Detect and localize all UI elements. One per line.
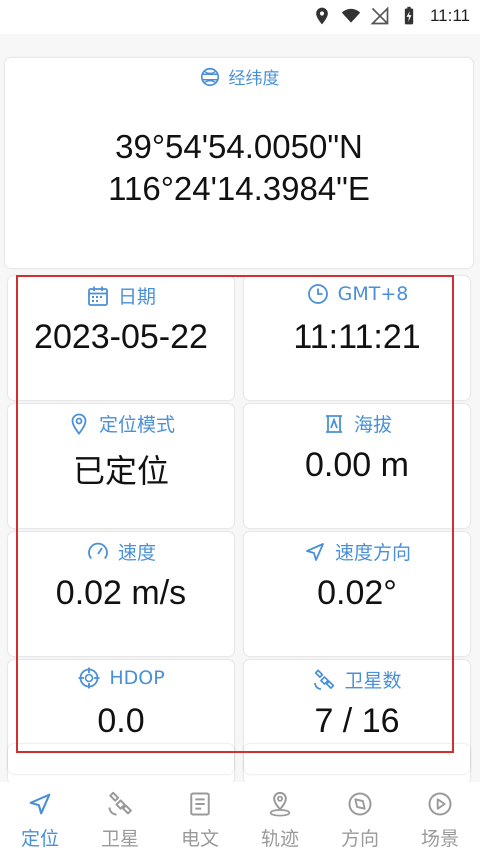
altitude-value: 0.00 m bbox=[305, 446, 409, 484]
speed-label: 速度 bbox=[117, 542, 156, 564]
nav-item-positioning[interactable]: 定位 bbox=[0, 782, 80, 852]
nav-label-messages: 电文 bbox=[180, 828, 219, 850]
satellites-label: 卫星数 bbox=[344, 670, 402, 692]
clock-icon bbox=[307, 284, 328, 304]
satellites-header: 卫星数 bbox=[244, 666, 470, 693]
coordinates-title: 经纬度 bbox=[228, 69, 280, 89]
positioning-mode-label: 定位模式 bbox=[98, 414, 175, 436]
nav-item-scenes[interactable]: 场景 bbox=[400, 782, 480, 852]
heading-header: 速度方向 bbox=[244, 538, 470, 565]
compass-icon bbox=[348, 792, 372, 816]
speed-header: 速度 bbox=[8, 538, 234, 565]
globe-icon bbox=[200, 67, 219, 86]
speed-card: 速度 0.02 m/s bbox=[8, 532, 234, 656]
nav-label-track: 轨迹 bbox=[260, 828, 299, 850]
date-header: 日期 bbox=[8, 282, 234, 309]
play-icon bbox=[428, 792, 452, 816]
no-signal-icon bbox=[370, 6, 389, 25]
date-card: 日期 2023-05-22 bbox=[8, 276, 234, 400]
satellite-icon bbox=[314, 669, 335, 690]
document-icon bbox=[190, 792, 210, 816]
coordinates-header: 经纬度 bbox=[5, 64, 473, 89]
longitude-value: 116°24'14.3984"E bbox=[108, 170, 370, 207]
satellites-value: 7 / 16 bbox=[314, 702, 400, 740]
status-time: 11:11 bbox=[429, 6, 470, 25]
date-value: 2023-05-22 bbox=[34, 318, 208, 356]
time-label: GMT+8 bbox=[337, 283, 409, 305]
time-value: 11:11:21 bbox=[293, 318, 421, 356]
positioning-mode-value: 已定位 bbox=[72, 452, 169, 490]
bottom-navigation: 定位 卫星 电文 轨迹 方向 场景 bbox=[0, 782, 480, 852]
date-label: 日期 bbox=[117, 286, 156, 308]
status-bar: 11:11 bbox=[0, 0, 480, 34]
speed-value: 0.02 m/s bbox=[55, 574, 187, 612]
latitude-value: 39°54'54.0050"N bbox=[115, 128, 363, 165]
navigation-arrow-icon bbox=[29, 793, 51, 815]
heading-label: 速度方向 bbox=[334, 542, 411, 564]
nav-label-scenes: 场景 bbox=[420, 828, 459, 850]
heading-card: 速度方向 0.02° bbox=[244, 532, 470, 656]
battery-charging-icon bbox=[404, 6, 414, 25]
calendar-icon bbox=[88, 286, 108, 306]
crosshair-icon bbox=[78, 667, 100, 689]
wifi-icon bbox=[341, 8, 361, 23]
time-card: GMT+8 11:11:21 bbox=[244, 276, 470, 400]
altitude-label: 海拔 bbox=[353, 414, 392, 436]
nav-label-direction: 方向 bbox=[340, 828, 379, 850]
coordinates-values: 39°54'54.0050"N 116°24'14.3984"E bbox=[5, 126, 473, 210]
nav-item-messages[interactable]: 电文 bbox=[160, 782, 240, 852]
heading-value: 0.02° bbox=[317, 574, 397, 612]
next-card-right bbox=[244, 744, 470, 774]
next-card-left bbox=[8, 744, 234, 774]
speedometer-icon bbox=[88, 542, 108, 559]
status-icons: 11:11 bbox=[312, 6, 470, 26]
positioning-mode-header: 定位模式 bbox=[8, 410, 234, 437]
hdop-value: 0.0 bbox=[97, 702, 145, 740]
location-pin-icon bbox=[71, 413, 87, 435]
nav-item-direction[interactable]: 方向 bbox=[320, 782, 400, 852]
nav-item-track[interactable]: 轨迹 bbox=[240, 782, 320, 852]
navigation-arrow-icon bbox=[306, 542, 324, 561]
coordinates-card: 经纬度 39°54'54.0050"N 116°24'14.3984"E bbox=[5, 58, 473, 268]
time-header: GMT+8 bbox=[244, 282, 470, 306]
map-pin-icon bbox=[269, 791, 291, 817]
hdop-header: HDOP bbox=[8, 666, 234, 690]
altitude-header: 海拔 bbox=[244, 410, 470, 437]
positioning-mode-card: 定位模式 已定位 bbox=[8, 404, 234, 528]
nav-item-satellites[interactable]: 卫星 bbox=[80, 782, 160, 852]
altitude-icon bbox=[325, 414, 342, 433]
nav-label-positioning: 定位 bbox=[20, 828, 59, 850]
altitude-card: 海拔 0.00 m bbox=[244, 404, 470, 528]
location-pin-icon bbox=[316, 7, 328, 25]
satellite-icon bbox=[108, 791, 132, 816]
hdop-label: HDOP bbox=[109, 667, 165, 689]
nav-label-satellites: 卫星 bbox=[100, 828, 139, 850]
